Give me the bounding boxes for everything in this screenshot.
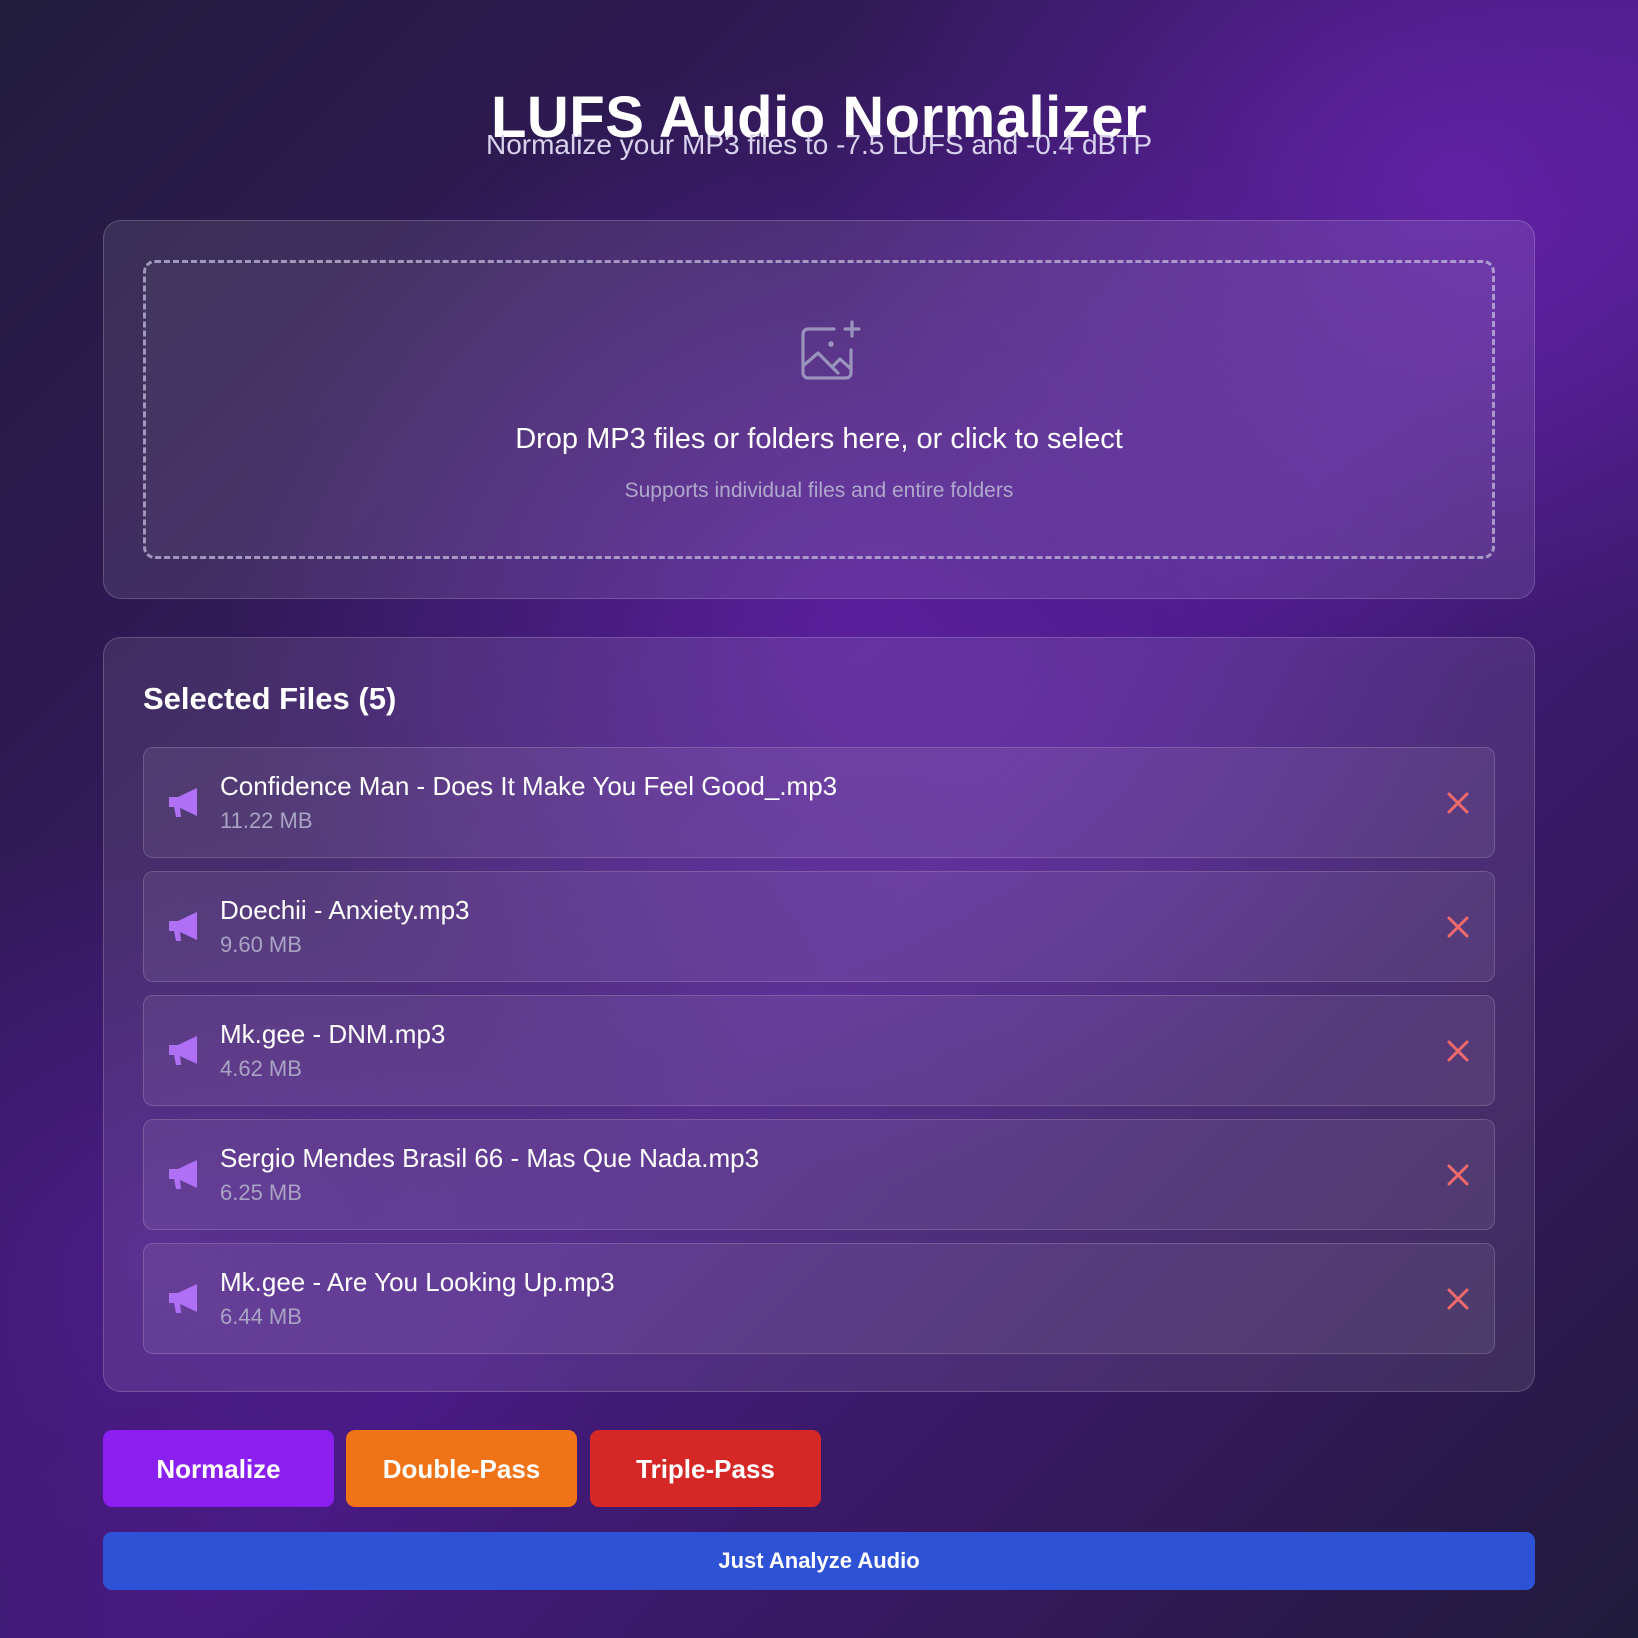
file-size: 4.62 MB bbox=[220, 1056, 302, 1081]
normalize-button[interactable]: Normalize bbox=[103, 1430, 334, 1507]
file-row: Doechii - Anxiety.mp3 9.60 MB bbox=[143, 871, 1495, 982]
file-name: Confidence Man - Does It Make You Feel G… bbox=[220, 771, 838, 801]
selected-files-card: Selected Files (5) Confidence Man - Does… bbox=[103, 637, 1535, 1392]
file-name: Doechii - Anxiety.mp3 bbox=[220, 895, 470, 925]
file-name: Mk.gee - DNM.mp3 bbox=[220, 1019, 446, 1049]
analyze-audio-button[interactable]: Just Analyze Audio bbox=[103, 1532, 1535, 1590]
file-size: 9.60 MB bbox=[220, 932, 302, 957]
page-subtitle: Normalize your MP3 files to -7.5 LUFS an… bbox=[485, 129, 1153, 160]
megaphone-icon bbox=[169, 1036, 197, 1065]
selected-files-heading: Selected Files (5) bbox=[143, 681, 397, 716]
triple-pass-button[interactable]: Triple-Pass bbox=[590, 1430, 821, 1507]
file-size: 6.25 MB bbox=[220, 1180, 302, 1205]
double-pass-button[interactable]: Double-Pass bbox=[346, 1430, 577, 1507]
file-size: 6.44 MB bbox=[220, 1304, 302, 1329]
image-add-icon bbox=[801, 320, 861, 380]
megaphone-icon bbox=[169, 1284, 197, 1313]
remove-file-button[interactable] bbox=[1440, 1157, 1476, 1193]
megaphone-icon bbox=[169, 788, 197, 817]
dropzone-subtitle: Supports individual files and entire fol… bbox=[624, 479, 1014, 502]
file-name: Sergio Mendes Brasil 66 - Mas Que Nada.m… bbox=[220, 1143, 760, 1173]
megaphone-icon bbox=[169, 1160, 197, 1189]
file-row: Mk.gee - Are You Looking Up.mp3 6.44 MB bbox=[143, 1243, 1495, 1354]
remove-file-button[interactable] bbox=[1440, 909, 1476, 945]
file-row: Sergio Mendes Brasil 66 - Mas Que Nada.m… bbox=[143, 1119, 1495, 1230]
file-list: Confidence Man - Does It Make You Feel G… bbox=[143, 747, 1495, 1367]
file-row: Confidence Man - Does It Make You Feel G… bbox=[143, 747, 1495, 858]
file-size: 11.22 MB bbox=[220, 808, 313, 833]
megaphone-icon bbox=[169, 912, 197, 941]
remove-file-button[interactable] bbox=[1440, 785, 1476, 821]
remove-file-button[interactable] bbox=[1440, 1281, 1476, 1317]
file-row: Mk.gee - DNM.mp3 4.62 MB bbox=[143, 995, 1495, 1106]
file-name: Mk.gee - Are You Looking Up.mp3 bbox=[220, 1267, 615, 1297]
file-dropzone[interactable]: Drop MP3 files or folders here, or click… bbox=[143, 260, 1495, 559]
remove-file-button[interactable] bbox=[1440, 1033, 1476, 1069]
upload-card: Drop MP3 files or folders here, or click… bbox=[103, 220, 1535, 599]
dropzone-title: Drop MP3 files or folders here, or click… bbox=[515, 423, 1123, 455]
